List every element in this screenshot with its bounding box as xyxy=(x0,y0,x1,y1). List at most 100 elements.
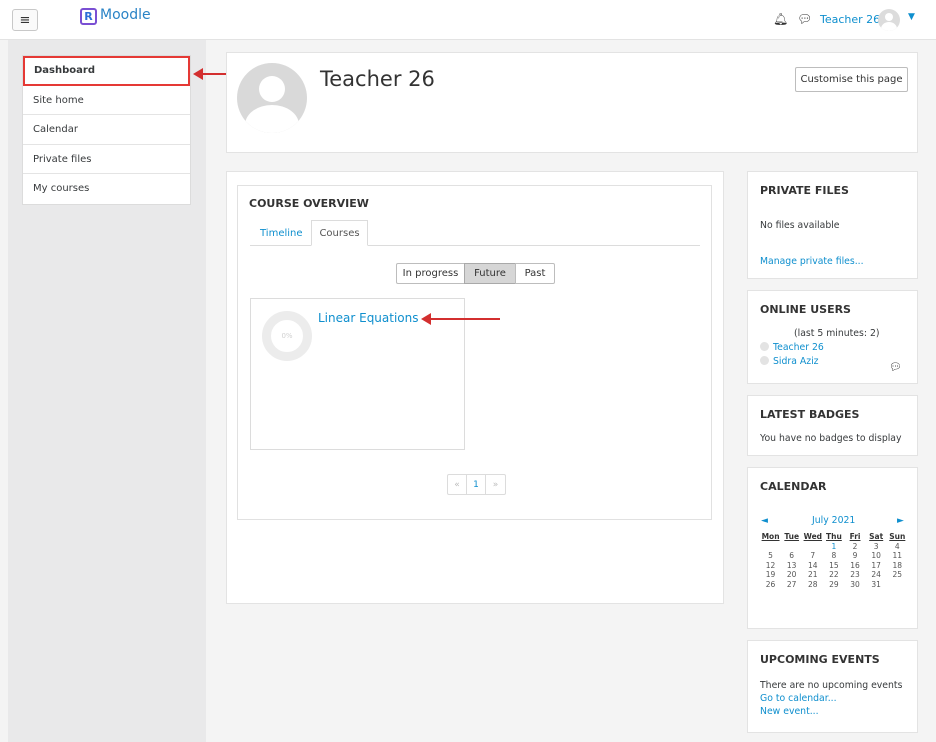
calendar-day: 13 xyxy=(786,560,797,570)
calendar-day-header: Sat xyxy=(869,532,884,541)
calendar-day-header: Mon xyxy=(761,532,780,541)
calendar-day: 30 xyxy=(850,579,860,589)
calendar-day-header: Thu xyxy=(826,532,842,541)
calendar-prev-icon[interactable]: ◄ xyxy=(761,516,768,526)
sidebar-item-private-files[interactable]: Private files xyxy=(23,145,190,175)
online-user-name[interactable]: Sidra Aziz xyxy=(773,356,819,367)
latest-badges-block: LATEST BADGES You have no badges to disp… xyxy=(747,395,918,456)
calendar-day: 6 xyxy=(789,551,795,561)
calendar-day xyxy=(781,542,802,552)
sidebar-item-my-courses[interactable]: My courses xyxy=(23,174,190,204)
calendar-day: 7 xyxy=(810,551,816,561)
filter-past-button[interactable]: Past xyxy=(515,263,555,284)
calendar-day: 31 xyxy=(871,579,881,589)
online-user-item[interactable]: Sidra Aziz xyxy=(760,356,819,367)
logo-icon[interactable]: R xyxy=(80,8,97,25)
course-overview-title: COURSE OVERVIEW xyxy=(249,197,369,210)
calendar-day-header: Tue xyxy=(784,532,800,541)
sidebar-nav: Dashboard Site home Calendar Private fil… xyxy=(22,55,191,205)
calendar-day: 11 xyxy=(892,551,903,561)
calendar-day: 16 xyxy=(850,560,860,570)
calendar-day xyxy=(802,542,823,552)
sidebar-item-site-home[interactable]: Site home xyxy=(23,86,190,116)
calendar-day: 17 xyxy=(871,560,881,570)
online-users-subtitle: (last 5 minutes: 2) xyxy=(794,328,880,339)
sidebar-item-calendar[interactable]: Calendar xyxy=(23,115,190,145)
calendar-day-header: Fri xyxy=(849,532,861,541)
user-avatar-icon[interactable] xyxy=(878,9,900,31)
calendar-day: 23 xyxy=(850,570,860,580)
hamburger-menu-button[interactable]: ≡ xyxy=(12,9,38,31)
customise-page-button[interactable]: Customise this page xyxy=(795,67,908,92)
latest-badges-empty-text: You have no badges to display xyxy=(760,433,902,444)
go-to-calendar-link[interactable]: Go to calendar... xyxy=(760,693,837,704)
calendar-month-link[interactable]: July 2021 xyxy=(812,515,855,526)
calendar-day xyxy=(760,542,781,552)
calendar-day: 2 xyxy=(852,541,858,551)
upcoming-events-empty-text: There are no upcoming events xyxy=(760,680,903,691)
calendar-day xyxy=(887,580,908,590)
user-avatar-icon xyxy=(760,342,769,351)
chevron-down-icon[interactable]: ▼ xyxy=(908,12,915,22)
site-name-link[interactable]: Moodle xyxy=(100,7,151,23)
private-files-block: PRIVATE FILES No files available Manage … xyxy=(747,171,918,279)
pagination-page-1[interactable]: 1 xyxy=(467,475,486,494)
calendar-day: 25 xyxy=(892,570,903,580)
calendar-day: 12 xyxy=(765,560,776,570)
calendar-day: 19 xyxy=(765,570,776,580)
bell-icon[interactable]: 🔔︎ xyxy=(773,12,788,26)
calendar-day: 5 xyxy=(768,551,773,561)
filter-in-progress-button[interactable]: In progress xyxy=(396,263,465,284)
calendar-day: 26 xyxy=(765,579,776,589)
calendar-day: 28 xyxy=(808,579,818,589)
calendar-day-header: Wed xyxy=(803,532,823,541)
calendar-next-icon[interactable]: ► xyxy=(897,516,904,526)
sidebar-item-dashboard[interactable]: Dashboard xyxy=(23,56,190,86)
private-files-empty-text: No files available xyxy=(760,220,840,231)
upcoming-events-block: UPCOMING EVENTS There are no upcoming ev… xyxy=(747,640,918,733)
calendar-grid: Mon Tue Wed Thu Fri Sat Sun 1 2 3 4 5 6 … xyxy=(760,532,908,590)
page-header: Teacher 26 Customise this page xyxy=(226,52,918,153)
pagination-next-button[interactable]: » xyxy=(486,475,505,494)
calendar-day: 27 xyxy=(786,579,797,589)
calendar-day: 14 xyxy=(808,560,818,570)
calendar-day: 22 xyxy=(829,570,839,580)
new-event-link[interactable]: New event... xyxy=(760,706,819,717)
user-avatar-icon xyxy=(760,356,769,365)
message-user-icon[interactable]: 💬︎ xyxy=(889,362,902,373)
calendar-day: 20 xyxy=(786,570,797,580)
annotation-arrow-course xyxy=(421,313,500,325)
calendar-day: 4 xyxy=(894,541,900,551)
calendar-day: 21 xyxy=(808,570,818,580)
calendar-title: CALENDAR xyxy=(760,480,827,493)
private-files-title: PRIVATE FILES xyxy=(760,184,849,197)
user-menu-name[interactable]: Teacher 26 xyxy=(820,13,880,26)
tab-courses[interactable]: Courses xyxy=(311,220,368,246)
online-user-name[interactable]: Teacher 26 xyxy=(773,342,824,353)
calendar-day: 9 xyxy=(852,551,858,561)
calendar-day: 29 xyxy=(829,579,839,589)
pagination-prev-button[interactable]: « xyxy=(448,475,467,494)
course-progress-ring: 0% xyxy=(262,311,312,361)
calendar-day: 10 xyxy=(871,551,881,561)
latest-badges-title: LATEST BADGES xyxy=(760,408,860,421)
calendar-day: 18 xyxy=(892,560,903,570)
page-title: Teacher 26 xyxy=(320,67,435,91)
calendar-day: 24 xyxy=(871,570,881,580)
pagination: « 1 » xyxy=(447,474,506,495)
calendar-day: 15 xyxy=(829,560,839,570)
chat-icon[interactable]: 💬︎ xyxy=(797,12,812,26)
online-user-item[interactable]: Teacher 26 xyxy=(760,342,824,353)
manage-private-files-link[interactable]: Manage private files... xyxy=(760,256,864,267)
online-users-title: ONLINE USERS xyxy=(760,303,851,316)
calendar-day-today[interactable]: 1 xyxy=(823,542,844,552)
profile-avatar-icon xyxy=(237,63,307,133)
filter-future-button[interactable]: Future xyxy=(464,263,516,284)
calendar-day: 3 xyxy=(873,541,879,551)
upcoming-events-title: UPCOMING EVENTS xyxy=(760,653,880,666)
course-link-linear-equations[interactable]: Linear Equations xyxy=(318,311,419,325)
tab-timeline[interactable]: Timeline xyxy=(260,228,303,239)
calendar-day-header: Sun xyxy=(889,532,906,541)
calendar-day: 8 xyxy=(831,551,837,561)
top-navbar: ≡ R Moodle 🔔︎ 💬︎ Teacher 26 ▼ xyxy=(0,0,936,40)
